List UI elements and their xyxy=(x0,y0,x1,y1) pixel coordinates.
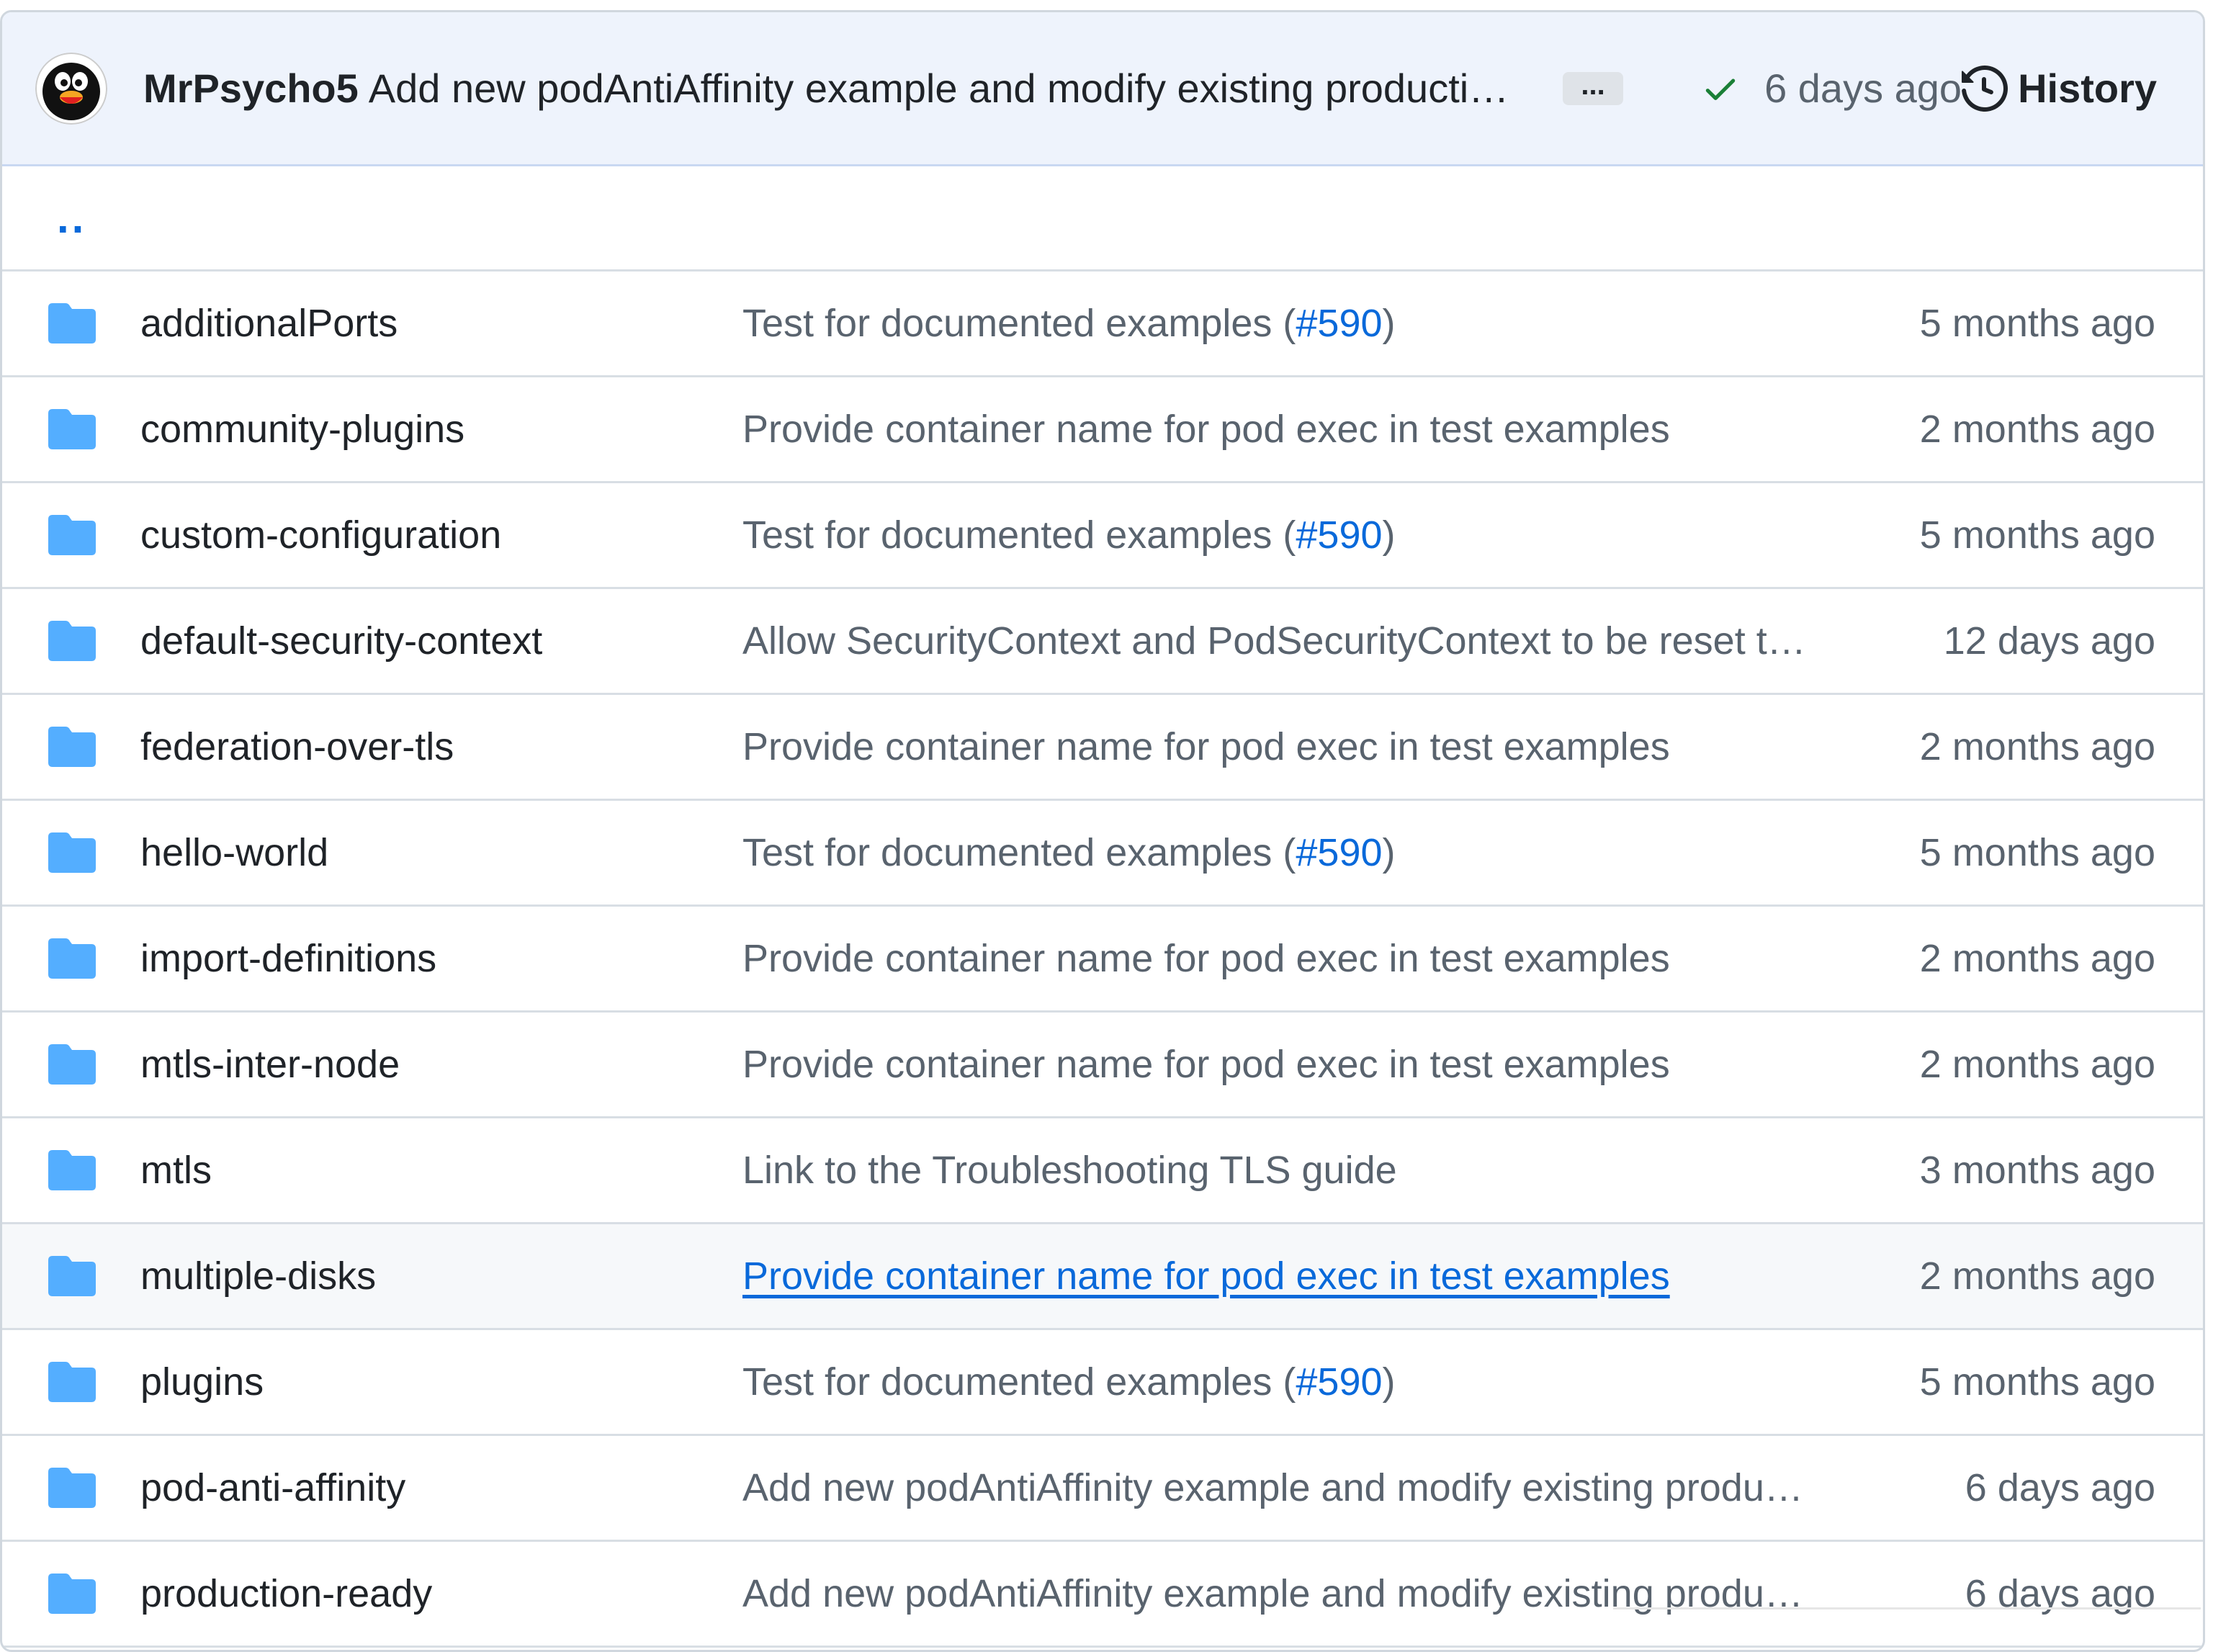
commit-age[interactable]: 2 months ago xyxy=(1920,936,2155,981)
commit-message-text[interactable]: Provide container name for pod exec in t… xyxy=(742,725,1670,768)
file-name[interactable]: production-ready xyxy=(140,1571,432,1616)
file-name[interactable]: pod-anti-affinity xyxy=(140,1465,405,1510)
popup-edge xyxy=(1613,1607,2201,1610)
file-name[interactable]: mtls-inter-node xyxy=(140,1042,400,1087)
commit-message-link[interactable]: Provide container name for pod exec in t… xyxy=(742,1254,1670,1298)
folder-icon xyxy=(48,303,96,344)
commit-message-text[interactable]: Provide container name for pod exec in t… xyxy=(742,1254,1670,1298)
commit-text[interactable]: Add new podAntiAffinity example and modi… xyxy=(369,66,1522,111)
pull-request-link[interactable]: #590 xyxy=(1296,302,1382,345)
latest-commit-bar: MrPsycho5 Add new podAntiAffinity example… xyxy=(2,12,2203,166)
history-icon xyxy=(1962,65,2008,112)
file-name[interactable]: default-security-context xyxy=(140,619,542,663)
file-name[interactable]: custom-configuration xyxy=(140,513,501,557)
file-row[interactable]: additionalPorts Test for documented exam… xyxy=(2,271,2203,377)
folder-icon xyxy=(48,1468,96,1508)
file-row[interactable]: mtls-inter-node Provide container name f… xyxy=(2,1013,2203,1118)
commit-message-link[interactable]: Test for documented examples (#590) xyxy=(742,1360,1396,1404)
commit-message[interactable]: MrPsycho5 Add new podAntiAffinity example… xyxy=(143,64,1522,112)
folder-icon xyxy=(48,515,96,555)
folder-icon xyxy=(48,938,96,979)
commit-age[interactable]: 3 months ago xyxy=(1920,1148,2155,1193)
history-link[interactable]: History xyxy=(1962,65,2157,112)
file-row[interactable]: mtls Link to the Troubleshooting TLS gui… xyxy=(2,1118,2203,1224)
commit-message-text[interactable]: Test for documented examples ( xyxy=(742,1360,1296,1404)
commit-message-link[interactable]: Provide container name for pod exec in t… xyxy=(742,936,1670,981)
file-row[interactable]: hello-world Test for documented examples… xyxy=(2,801,2203,907)
file-list: additionalPorts Test for documented exam… xyxy=(2,271,2203,1648)
commit-age[interactable]: 5 months ago xyxy=(1920,830,2155,875)
file-name[interactable]: multiple-disks xyxy=(140,1254,376,1298)
file-name[interactable]: community-plugins xyxy=(140,407,464,452)
commit-message-text[interactable]: Add new podAntiAffinity example and modi… xyxy=(742,1466,1803,1509)
commit-message-suffix[interactable]: ) xyxy=(1383,302,1396,345)
commit-message-text[interactable]: Test for documented examples ( xyxy=(742,831,1296,874)
history-label: History xyxy=(2018,66,2157,111)
pull-request-link[interactable]: #590 xyxy=(1296,513,1382,557)
folder-icon xyxy=(48,1574,96,1614)
commit-message-text[interactable]: Provide container name for pod exec in t… xyxy=(742,408,1670,451)
commit-message-text[interactable]: Provide container name for pod exec in t… xyxy=(742,1043,1670,1086)
file-row[interactable]: default-security-context Allow SecurityC… xyxy=(2,589,2203,695)
expand-commit-button[interactable]: ... xyxy=(1563,69,1624,105)
file-row[interactable]: import-definitions Provide container nam… xyxy=(2,907,2203,1013)
folder-icon xyxy=(48,832,96,873)
file-row[interactable]: pod-anti-affinity Add new podAntiAffinit… xyxy=(2,1436,2203,1542)
commit-message-link[interactable]: Test for documented examples (#590) xyxy=(742,830,1396,875)
file-name[interactable]: plugins xyxy=(140,1360,264,1404)
folder-icon xyxy=(48,1362,96,1402)
file-name[interactable]: additionalPorts xyxy=(140,301,398,346)
commit-age[interactable]: 2 months ago xyxy=(1920,1042,2155,1087)
file-browser: MrPsycho5 Add new podAntiAffinity example… xyxy=(0,10,2205,1652)
commit-age[interactable]: 2 months ago xyxy=(1920,724,2155,769)
commit-message-link[interactable]: Test for documented examples (#590) xyxy=(742,301,1396,346)
commit-age[interactable]: 5 months ago xyxy=(1920,1360,2155,1404)
commit-age[interactable]: 2 months ago xyxy=(1920,1254,2155,1298)
file-row[interactable]: plugins Test for documented examples (#5… xyxy=(2,1330,2203,1436)
commit-message-link[interactable]: Add new podAntiAffinity example and modi… xyxy=(742,1465,1803,1510)
commit-message-suffix[interactable]: ) xyxy=(1383,1360,1396,1404)
commit-message-link[interactable]: Test for documented examples (#590) xyxy=(742,513,1396,557)
commit-age[interactable]: 6 days ago xyxy=(1965,1465,2155,1510)
commit-message-link[interactable]: Provide container name for pod exec in t… xyxy=(742,407,1670,452)
commit-message-text[interactable]: Test for documented examples ( xyxy=(742,302,1296,345)
commit-age[interactable]: 5 months ago xyxy=(1920,301,2155,346)
folder-icon xyxy=(48,621,96,661)
folder-icon xyxy=(48,1150,96,1190)
commit-message-link[interactable]: Provide container name for pod exec in t… xyxy=(742,724,1670,769)
file-row[interactable]: multiple-disks Provide container name fo… xyxy=(2,1224,2203,1330)
commit-message-suffix[interactable]: ) xyxy=(1383,513,1396,557)
file-name[interactable]: import-definitions xyxy=(140,936,436,981)
commit-message-text[interactable]: Provide container name for pod exec in t… xyxy=(742,937,1670,980)
file-name[interactable]: mtls xyxy=(140,1148,212,1193)
folder-icon xyxy=(48,727,96,767)
file-name[interactable]: federation-over-tls xyxy=(140,724,454,769)
parent-directory-row[interactable]: .. xyxy=(2,166,2203,271)
commit-message-link[interactable]: Link to the Troubleshooting TLS guide xyxy=(742,1148,1397,1193)
folder-icon xyxy=(48,1044,96,1085)
commit-message-suffix[interactable]: ) xyxy=(1383,831,1396,874)
author-avatar[interactable] xyxy=(35,52,107,125)
commit-time[interactable]: 6 days ago xyxy=(1764,65,1962,112)
commit-message-link[interactable]: Provide container name for pod exec in t… xyxy=(742,1042,1670,1087)
pull-request-link[interactable]: #590 xyxy=(1296,1360,1382,1404)
commit-age[interactable]: 5 months ago xyxy=(1920,513,2155,557)
commit-age[interactable]: 2 months ago xyxy=(1920,407,2155,452)
pull-request-link[interactable]: #590 xyxy=(1296,831,1382,874)
commit-message-text[interactable]: Allow SecurityContext and PodSecurityCon… xyxy=(742,619,1806,663)
file-row[interactable]: community-plugins Provide container name… xyxy=(2,377,2203,483)
folder-icon xyxy=(48,1256,96,1296)
commit-age[interactable]: 12 days ago xyxy=(1944,619,2155,663)
file-row[interactable]: custom-configuration Test for documented… xyxy=(2,483,2203,589)
commit-message-link[interactable]: Allow SecurityContext and PodSecurityCon… xyxy=(742,619,1806,663)
parent-directory-link[interactable]: .. xyxy=(57,196,86,240)
check-icon[interactable] xyxy=(1701,69,1740,108)
file-row[interactable]: federation-over-tls Provide container na… xyxy=(2,695,2203,801)
file-name[interactable]: hello-world xyxy=(140,830,328,875)
commit-message-text[interactable]: Link to the Troubleshooting TLS guide xyxy=(742,1149,1397,1192)
commit-author[interactable]: MrPsycho5 xyxy=(143,66,359,111)
file-row[interactable]: production-ready Add new podAntiAffinity… xyxy=(2,1542,2203,1648)
folder-icon xyxy=(48,409,96,449)
commit-message-text[interactable]: Test for documented examples ( xyxy=(742,513,1296,557)
